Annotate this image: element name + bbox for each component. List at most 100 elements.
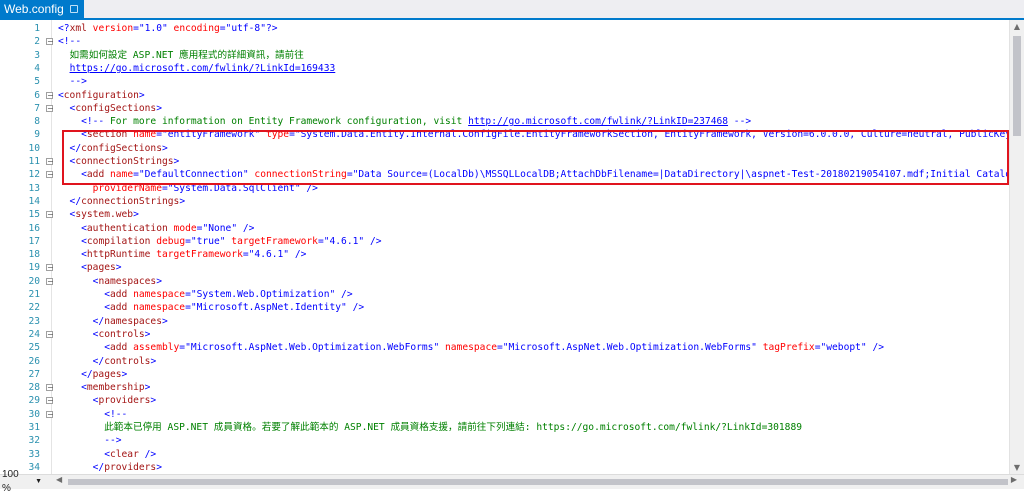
code-line[interactable]: 20− <namespaces> [0, 275, 1010, 288]
code-line[interactable]: 31 此範本已停用 ASP.NET 成員資格。若要了解此範本的 ASP.NET … [0, 421, 1010, 434]
code-token: > [150, 395, 157, 407]
collapse-icon[interactable]: − [46, 330, 54, 338]
collapse-icon[interactable]: − [46, 397, 54, 405]
code-line[interactable]: 28− <membership> [0, 381, 1010, 394]
code-token: "Microsoft.AspNet.Web.Optimization.WebFo… [185, 342, 440, 354]
code-line[interactable]: 19− <pages> [0, 261, 1010, 274]
code-token: > [179, 195, 186, 207]
code-line[interactable]: 21 <add namespace="System.Web.Optimizati… [0, 288, 1010, 301]
collapse-icon[interactable]: − [46, 211, 54, 219]
code-token: For more information on Entity Framework… [104, 116, 469, 128]
line-number: 21 [28, 289, 40, 300]
code-line[interactable]: 2− <!-- [0, 35, 1010, 48]
code-token: namespaces [98, 275, 157, 287]
collapse-icon[interactable]: − [46, 171, 54, 179]
code-token: /> [138, 448, 157, 460]
line-number: 13 [28, 182, 40, 194]
code-line[interactable]: 5 --> [0, 75, 1010, 88]
line-number: 6 [34, 89, 40, 101]
code-line[interactable]: 15− <system.web> [0, 208, 1010, 221]
code-text: <?xml version="1.0" encoding="utf-8"?> [58, 22, 278, 35]
code-line[interactable]: 16 <authentication mode="None" /> [0, 222, 1010, 235]
code-token: < [58, 289, 110, 300]
line-number: 5 [34, 76, 40, 88]
code-line[interactable]: 30− <!-- [0, 408, 1010, 421]
code-line[interactable]: 23 </namespaces> [0, 315, 1010, 328]
line-number: 11 [28, 156, 40, 167]
code-token: ?> [265, 23, 278, 34]
code-token: < [58, 448, 110, 460]
code-line[interactable]: 7− <configSections> [0, 102, 1010, 115]
code-line[interactable]: 33 <clear /> [0, 448, 1010, 461]
code-line[interactable]: 22 <add namespace="Microsoft.AspNet.Iden… [0, 301, 1010, 314]
collapse-icon[interactable]: − [46, 410, 54, 418]
line-number: 16 [28, 222, 40, 234]
code-token: namespace [439, 342, 497, 354]
zoom-level: 100 % [2, 469, 19, 494]
code-text: <namespaces> [58, 275, 162, 288]
code-token: > [115, 262, 122, 274]
vertical-scrollbar[interactable]: ▲ ▼ [1009, 20, 1024, 475]
code-line[interactable]: 27 </pages> [0, 368, 1010, 381]
collapse-icon[interactable]: − [46, 104, 54, 112]
code-token: < [58, 222, 87, 234]
code-line[interactable]: 29− <providers> [0, 394, 1010, 407]
code-text: <!-- [58, 408, 127, 421]
code-line[interactable]: 32 --> [0, 434, 1010, 447]
code-line[interactable]: 34 </providers> [0, 461, 1010, 474]
line-number: 14 [28, 195, 40, 207]
code-text: <clear /> [58, 448, 156, 461]
code-line[interactable]: 6− <configuration> [0, 89, 1010, 102]
code-line[interactable]: 26 </controls> [0, 355, 1010, 368]
collapse-icon[interactable]: − [46, 158, 54, 166]
code-token: /> [289, 249, 307, 261]
collapse-icon[interactable]: − [46, 277, 54, 285]
code-token: 此範本已停用 ASP.NET 成員資格。若要了解此範本的 ASP.NET 成員資… [58, 422, 803, 433]
chevron-down-icon[interactable]: ▼ [35, 475, 42, 489]
code-line[interactable]: 14 </connectionStrings> [0, 195, 1010, 208]
code-token: > [161, 315, 168, 327]
code-line[interactable]: 24− <controls> [0, 328, 1010, 341]
horizontal-scroll-thumb[interactable] [68, 479, 1008, 485]
code-line[interactable]: 25 <add assembly="Microsoft.AspNet.Web.O… [0, 341, 1010, 354]
code-token: <? [58, 23, 70, 34]
code-token: https://go.microsoft.com/fwlink/?LinkId=… [69, 62, 336, 74]
arrow-down-icon[interactable]: ▼ [1010, 461, 1024, 475]
code-token: targetFramework [150, 249, 243, 261]
code-token: "4.6.1" [323, 235, 365, 247]
code-token: > [156, 461, 162, 473]
code-token: controls [98, 328, 145, 340]
code-token: "System.Web.Optimization" [190, 289, 336, 300]
document-tab-bar: Web.config [0, 0, 1024, 20]
code-line[interactable]: 3 如需如何設定 ASP.NET 應用程式的詳細資訊，請前往 [0, 49, 1010, 62]
code-token: --> [69, 76, 87, 88]
code-token: < [58, 302, 110, 314]
code-token: <!-- [58, 116, 105, 128]
vertical-scroll-thumb[interactable] [1013, 36, 1021, 136]
arrow-up-icon[interactable]: ▲ [1010, 20, 1024, 34]
zoom-selector[interactable]: 100 % ▼ [2, 469, 42, 494]
line-number: 28 [28, 382, 40, 394]
code-token: > [133, 209, 139, 221]
collapse-icon[interactable]: − [46, 384, 54, 392]
code-line[interactable]: 4 https://go.microsoft.com/fwlink/?LinkI… [0, 62, 1010, 75]
collapse-icon[interactable]: − [46, 264, 54, 272]
line-number: 22 [28, 302, 40, 314]
code-line[interactable]: 17 <compilation debug="true" targetFrame… [0, 235, 1010, 248]
arrow-right-icon[interactable]: ▶ [1011, 475, 1017, 484]
code-line[interactable]: 8 <!-- For more information on Entity Fr… [0, 115, 1010, 128]
code-line[interactable]: 1 <?xml version="1.0" encoding="utf-8"?> [0, 22, 1010, 35]
tab-web-config[interactable]: Web.config [0, 0, 84, 18]
pin-icon[interactable] [69, 5, 78, 13]
collapse-icon[interactable]: − [46, 91, 54, 99]
code-token: mode [167, 222, 197, 234]
collapse-icon[interactable]: − [46, 38, 54, 46]
line-number: 26 [28, 355, 40, 367]
arrow-left-icon[interactable]: ◀ [56, 475, 62, 484]
code-line[interactable]: 18 <httpRuntime targetFramework="4.6.1" … [0, 248, 1010, 261]
code-token: > [156, 102, 162, 114]
code-token: > [121, 368, 128, 380]
code-editor[interactable]: 1 <?xml version="1.0" encoding="utf-8"?> 2… [0, 20, 1010, 475]
code-token: httpRuntime [86, 249, 151, 261]
horizontal-scrollbar[interactable]: ◀ ▶ [54, 475, 1017, 487]
